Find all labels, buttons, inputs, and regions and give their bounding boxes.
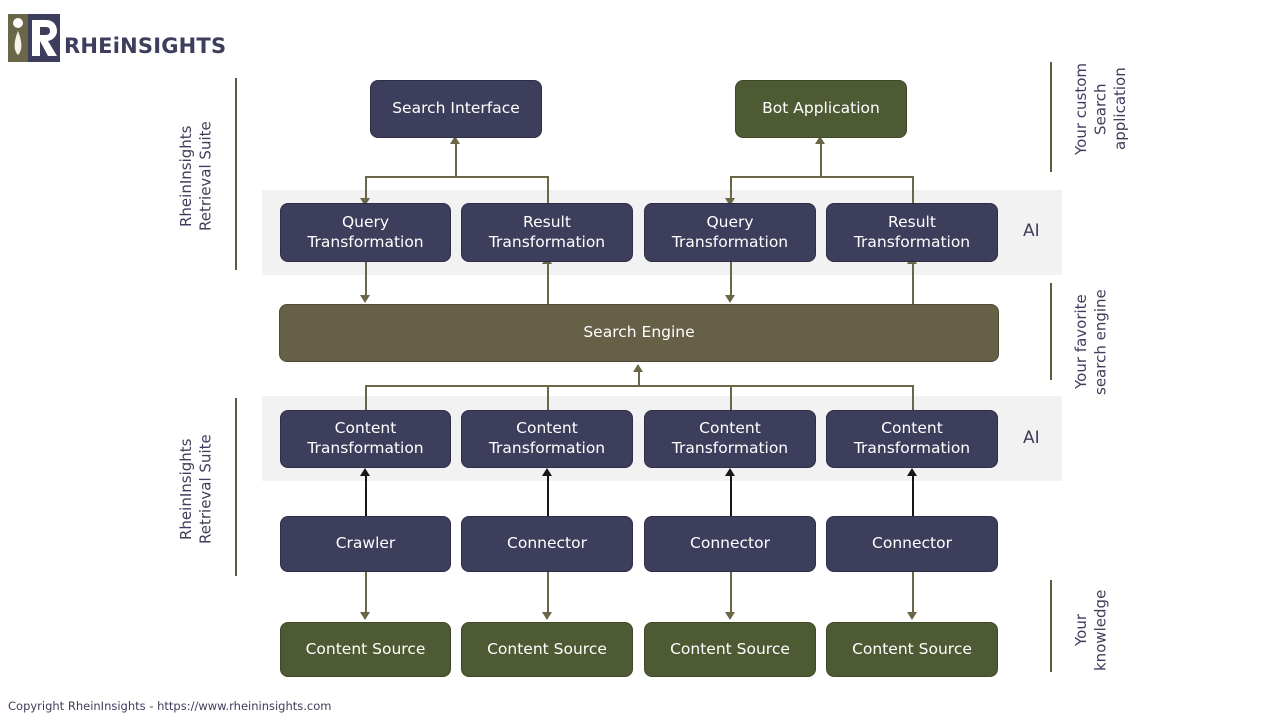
- node-connector-3-label: Connector: [690, 534, 770, 553]
- arrowhead-into-content-transformation-2: [542, 468, 552, 476]
- connector-from-result-transformation-2: [912, 176, 914, 206]
- node-content-transformation-2-label: Content Transformation: [488, 419, 606, 457]
- node-search-engine-label: Search Engine: [583, 323, 695, 342]
- connector-connector2-to-content2: [547, 474, 549, 516]
- arrowhead-into-search-engine: [633, 364, 643, 372]
- label-retrieval-suite-upper: RheinInsights Retrieval Suite: [177, 121, 215, 231]
- label-custom-search-application: Your custom Search application: [1072, 62, 1129, 156]
- arrowhead-into-content-transformation-3: [725, 468, 735, 476]
- node-content-source-4[interactable]: Content Source: [826, 622, 998, 677]
- node-query-transformation-2[interactable]: Query Transformation: [644, 203, 816, 262]
- node-bot-application-label: Bot Application: [762, 99, 880, 118]
- rheininsights-logo-icon: [8, 14, 60, 62]
- arrowhead-into-content-source-1: [360, 612, 370, 620]
- node-connector-2[interactable]: Connector: [461, 516, 633, 572]
- node-content-source-3-label: Content Source: [670, 639, 790, 658]
- arrowhead-engine-from-query1: [360, 295, 370, 303]
- node-query-transformation-2-label: Query Transformation: [671, 212, 789, 251]
- connector-query2-to-engine: [730, 262, 732, 298]
- bracket-retrieval-suite-lower: [235, 398, 237, 576]
- connector-crawler-to-content1: [365, 474, 367, 516]
- node-query-transformation-1[interactable]: Query Transformation: [280, 203, 451, 262]
- node-content-source-3[interactable]: Content Source: [644, 622, 816, 677]
- node-content-transformation-4-label: Content Transformation: [853, 419, 971, 457]
- connector-bot-application-stem: [820, 139, 822, 177]
- node-search-engine[interactable]: Search Engine: [279, 304, 999, 362]
- node-result-transformation-1-label: Result Transformation: [488, 212, 606, 251]
- copyright-footer: Copyright RheinInsights - https://www.rh…: [8, 699, 332, 713]
- node-content-source-1-label: Content Source: [305, 639, 426, 658]
- node-crawler[interactable]: Crawler: [280, 516, 451, 572]
- arrowhead-into-content-source-2: [542, 612, 552, 620]
- node-content-transformation-1[interactable]: Content Transformation: [280, 410, 451, 468]
- node-content-transformation-4[interactable]: Content Transformation: [826, 410, 998, 468]
- connector-bus-leg-1: [365, 385, 367, 410]
- node-search-interface[interactable]: Search Interface: [370, 80, 542, 138]
- arrowhead-into-content-source-3: [725, 612, 735, 620]
- node-content-source-4-label: Content Source: [852, 639, 972, 658]
- connector-connector4-to-source4: [912, 572, 914, 614]
- bracket-your-knowledge: [1050, 580, 1052, 672]
- bracket-favorite-search-engine: [1050, 283, 1052, 380]
- arrowhead-into-content-transformation-1: [360, 468, 370, 476]
- node-connector-4-label: Connector: [872, 534, 952, 553]
- bracket-custom-search-application: [1050, 62, 1052, 172]
- ai-label-upper: AI: [1023, 221, 1040, 241]
- connector-crawler-to-source1: [365, 572, 367, 614]
- node-crawler-label: Crawler: [335, 534, 396, 553]
- node-bot-application[interactable]: Bot Application: [735, 80, 907, 138]
- connector-engine-to-result2: [912, 262, 914, 304]
- node-search-interface-label: Search Interface: [392, 99, 520, 118]
- connector-from-result-transformation-1: [547, 176, 549, 206]
- arrowhead-into-content-source-4: [907, 612, 917, 620]
- label-retrieval-suite-lower: RheinInsights Retrieval Suite: [177, 434, 215, 544]
- node-connector-3[interactable]: Connector: [644, 516, 816, 572]
- node-connector-2-label: Connector: [507, 534, 587, 553]
- brand-wordmark: RHEiNSIGHTS: [64, 34, 227, 58]
- ai-label-lower: AI: [1023, 428, 1040, 448]
- brand-logo: RHEiNSIGHTS: [8, 14, 226, 62]
- connector-bus-bot-application: [730, 176, 913, 178]
- label-favorite-search-engine: Your favorite search engine: [1072, 289, 1110, 395]
- node-content-transformation-3-label: Content Transformation: [671, 419, 789, 457]
- connector-bus-leg-2: [547, 385, 549, 410]
- node-query-transformation-1-label: Query Transformation: [307, 212, 424, 251]
- arrowhead-engine-from-query2: [725, 295, 735, 303]
- connector-bus-leg-3: [730, 385, 732, 410]
- connector-connector4-to-content4: [912, 474, 914, 516]
- connector-bus-leg-4: [912, 385, 914, 410]
- bracket-retrieval-suite-upper: [235, 78, 237, 270]
- node-result-transformation-1[interactable]: Result Transformation: [461, 203, 633, 262]
- node-connector-4[interactable]: Connector: [826, 516, 998, 572]
- node-result-transformation-2-label: Result Transformation: [853, 212, 971, 251]
- connector-connector3-to-content3: [730, 474, 732, 516]
- node-content-transformation-1-label: Content Transformation: [307, 419, 424, 457]
- connector-connector3-to-source3: [730, 572, 732, 614]
- label-your-knowledge: Your knowledge: [1072, 589, 1110, 671]
- connector-bus-to-engine: [638, 370, 640, 386]
- node-content-source-2[interactable]: Content Source: [461, 622, 633, 677]
- node-content-transformation-2[interactable]: Content Transformation: [461, 410, 633, 468]
- connector-engine-to-result1: [547, 262, 549, 304]
- connector-search-interface-stem: [455, 139, 457, 177]
- connector-connector2-to-source2: [547, 572, 549, 614]
- node-content-source-2-label: Content Source: [487, 639, 607, 658]
- node-content-transformation-3[interactable]: Content Transformation: [644, 410, 816, 468]
- node-content-source-1[interactable]: Content Source: [280, 622, 451, 677]
- connector-query1-to-engine: [365, 262, 367, 298]
- arrowhead-into-content-transformation-4: [907, 468, 917, 476]
- connector-bus-search-interface: [365, 176, 548, 178]
- node-result-transformation-2[interactable]: Result Transformation: [826, 203, 998, 262]
